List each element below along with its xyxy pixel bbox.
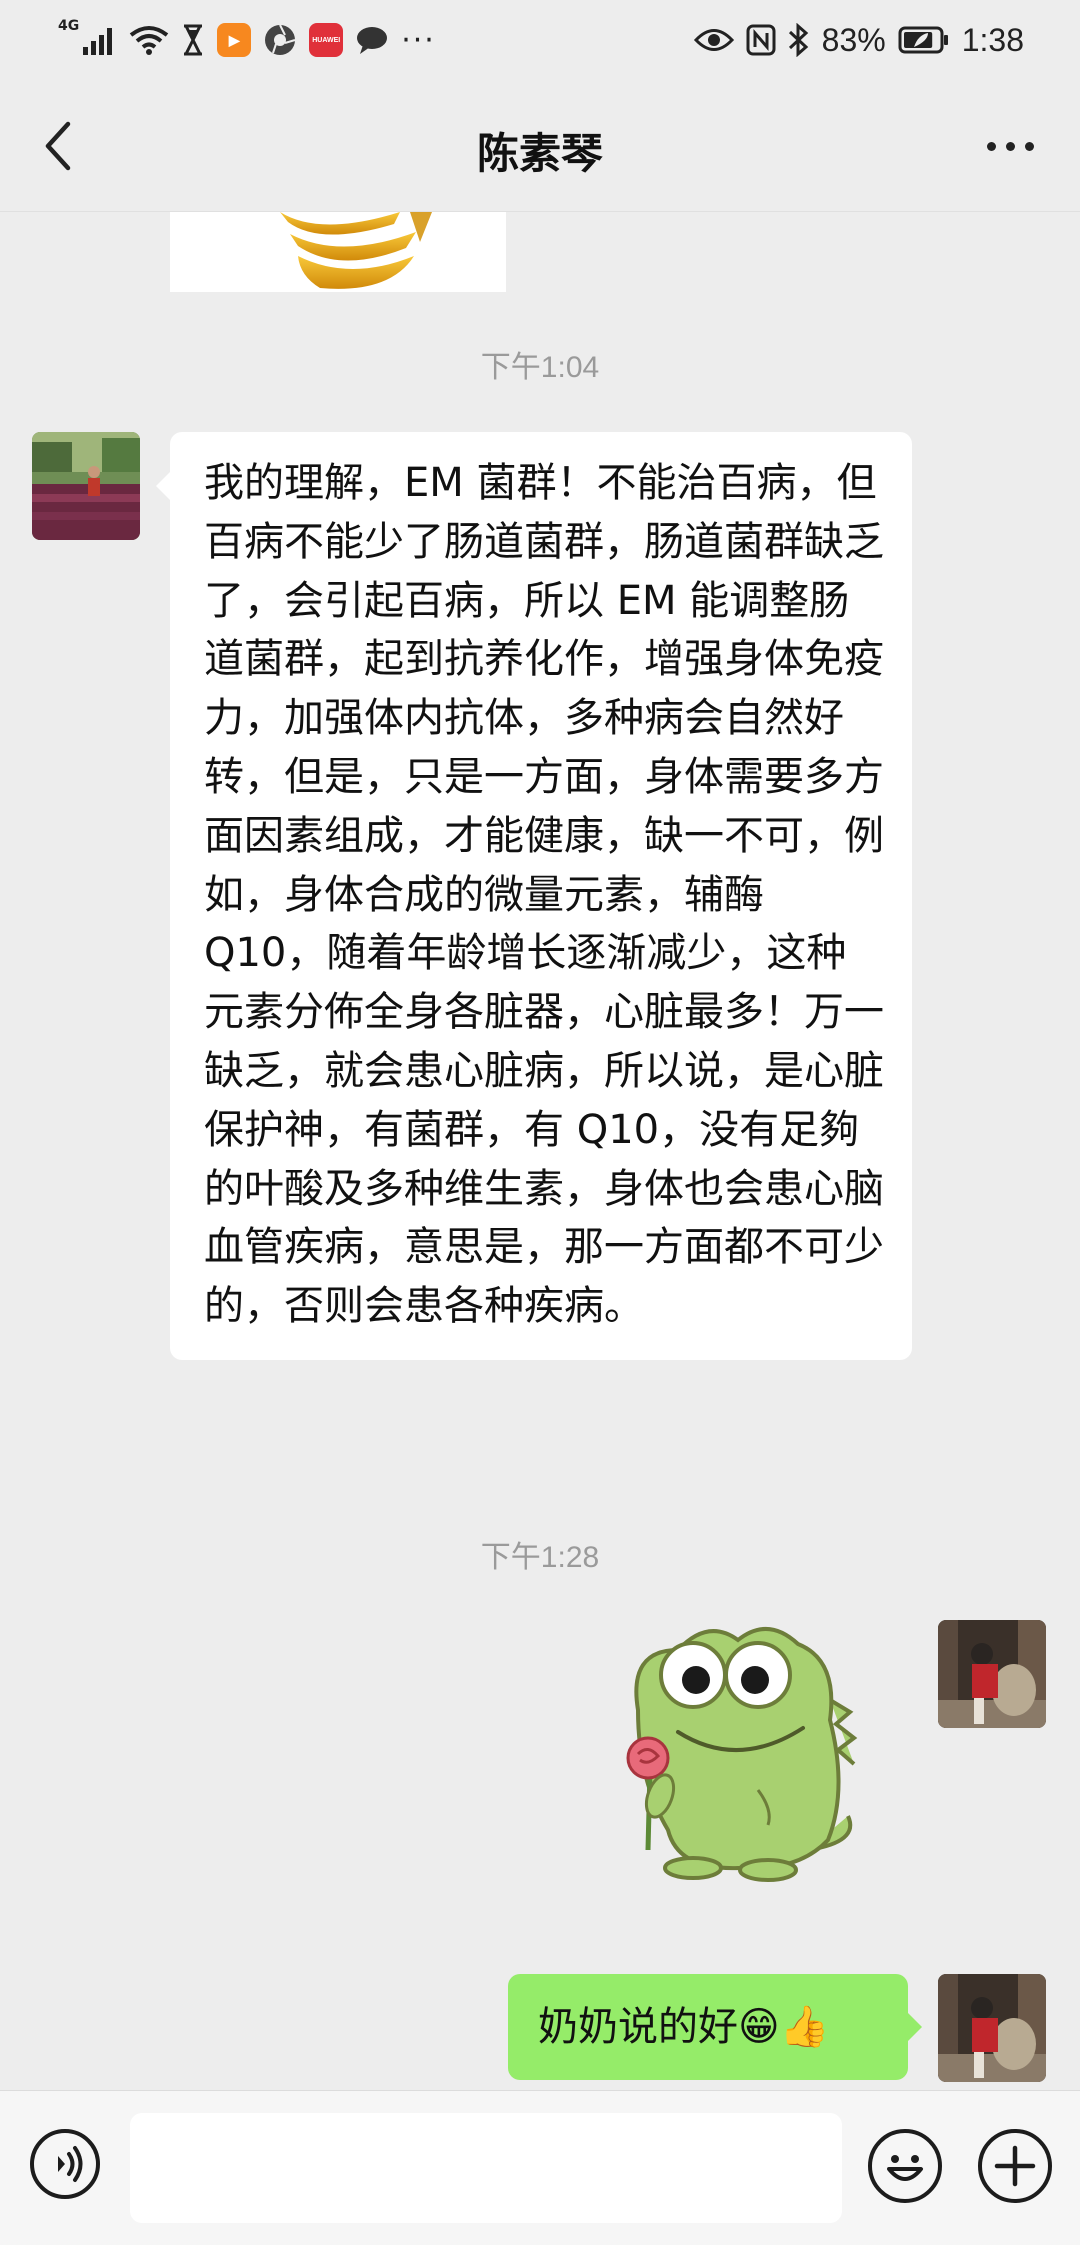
timestamp: 下午1:04 [480, 351, 600, 384]
dot-icon [1005, 141, 1015, 151]
my-avatar[interactable] [938, 1620, 1046, 1728]
smiley-icon [887, 2155, 923, 2181]
signal-icon [83, 28, 113, 55]
battery-percent: 83% [821, 21, 886, 58]
more-functions-button[interactable] [978, 2129, 1052, 2203]
battery-icon [898, 26, 948, 54]
status-left: 4G ▶ HUAWEI ··· [58, 18, 436, 62]
chat-header: 陈素琴 [0, 80, 1080, 212]
more-notifications: ··· [401, 22, 436, 58]
frog-sticker[interactable] [598, 1620, 890, 1882]
bluetooth-icon [788, 23, 808, 57]
outgoing-message-bubble[interactable]: 奶奶说的好😁👍 [508, 1974, 922, 2080]
incoming-message-bubble[interactable]: 我的理解，EM 菌群！不能治百病，但百病不能少了肠道菌群，肠道菌群缺乏了，会引起… [156, 432, 912, 1360]
input-bar [0, 2090, 1080, 2245]
status-bar: 4G ▶ HUAWEI ··· 83% 1:38 [0, 0, 1080, 80]
image-message[interactable] [170, 212, 506, 292]
emoji-button[interactable] [868, 2129, 942, 2203]
video-app-icon: ▶ [217, 23, 252, 57]
status-right: 83% 1:38 [693, 18, 1024, 62]
avatar-photo [938, 1620, 1046, 1728]
avatar-photo [938, 1974, 1046, 2082]
incoming-message-text: 我的理解，EM 菌群！不能治百病，但百病不能少了肠道菌群，肠道菌群缺乏了，会引起… [204, 460, 884, 1330]
frog-with-rose-sticker [626, 1626, 858, 1882]
nfc-icon [746, 24, 776, 56]
wifi-icon [130, 26, 169, 55]
message-input[interactable] [130, 2113, 842, 2223]
gold-logo-image [280, 212, 432, 289]
message-list[interactable]: 下午1:04 我的理解，EM 菌群！不能治百病，但百病不能少了肠道菌群，肠道菌群… [0, 212, 1080, 2090]
eye-icon [693, 29, 734, 51]
outgoing-message-text: 奶奶说的好😁👍 [538, 2004, 830, 2050]
hourglass-icon [184, 24, 203, 56]
huawei-app-icon: HUAWEI [309, 23, 344, 57]
voice-icon [58, 2146, 83, 2182]
my-avatar[interactable] [938, 1974, 1046, 2082]
avatar-photo [32, 432, 140, 540]
timestamp: 下午1:28 [480, 1541, 600, 1574]
clock: 1:38 [961, 21, 1024, 58]
network-type: 4G [58, 18, 80, 34]
chat-title: 陈素琴 [476, 129, 603, 178]
dot-icon [986, 141, 996, 151]
voice-input-button[interactable] [30, 2129, 100, 2199]
plus-icon [994, 2145, 1036, 2187]
chat-bubble-icon [357, 27, 388, 54]
camera-app-icon [265, 24, 296, 55]
more-options-button[interactable] [970, 116, 1050, 176]
dot-icon [1024, 141, 1034, 151]
contact-avatar[interactable] [32, 432, 140, 540]
